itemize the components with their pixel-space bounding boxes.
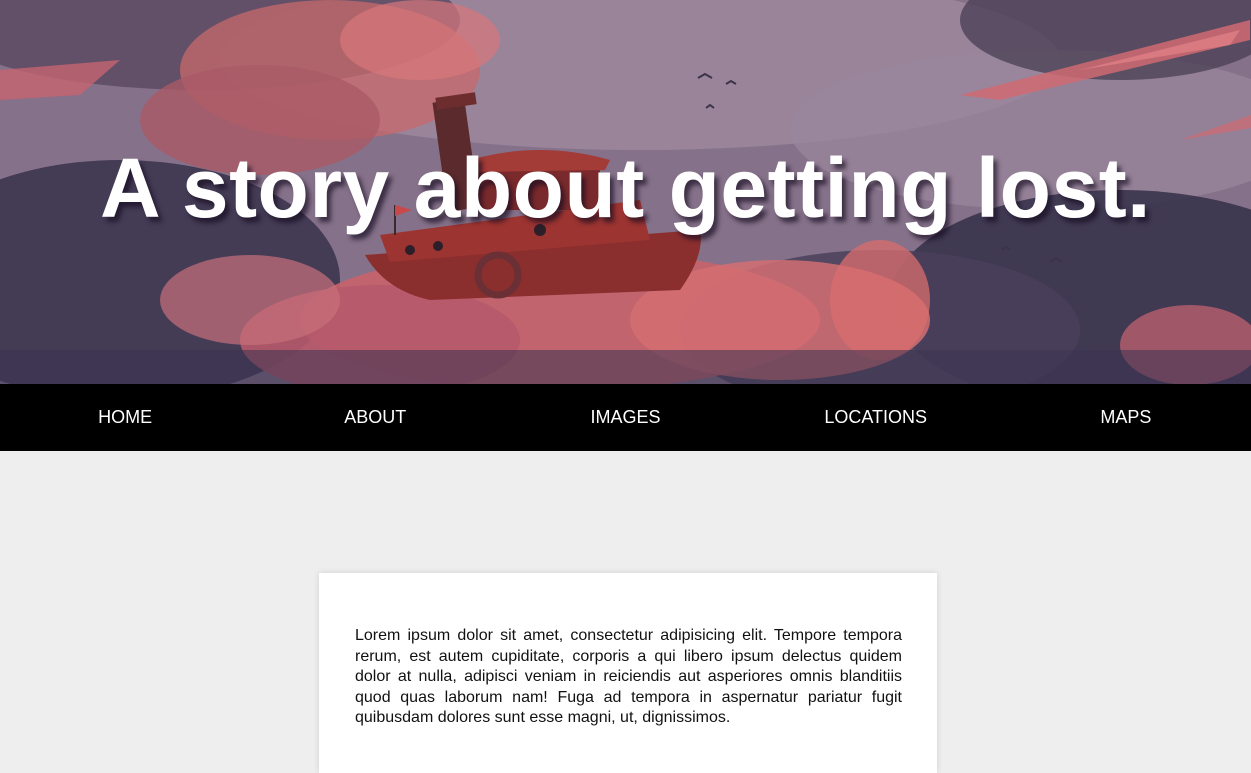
- main-navigation: HOME ABOUT IMAGES LOCATIONS MAPS: [0, 384, 1251, 451]
- content-card: Lorem ipsum dolor sit amet, consectetur …: [319, 573, 937, 773]
- body-paragraph: Lorem ipsum dolor sit amet, consectetur …: [355, 627, 902, 726]
- nav-item-home[interactable]: HOME: [0, 384, 250, 451]
- hero-banner: A story about getting lost.: [0, 0, 1251, 384]
- nav-item-about[interactable]: ABOUT: [250, 384, 500, 451]
- nav-item-maps[interactable]: MAPS: [1001, 384, 1251, 451]
- nav-item-images[interactable]: IMAGES: [500, 384, 750, 451]
- page-title: A story about getting lost.: [99, 141, 1152, 235]
- nav-item-locations[interactable]: LOCATIONS: [751, 384, 1001, 451]
